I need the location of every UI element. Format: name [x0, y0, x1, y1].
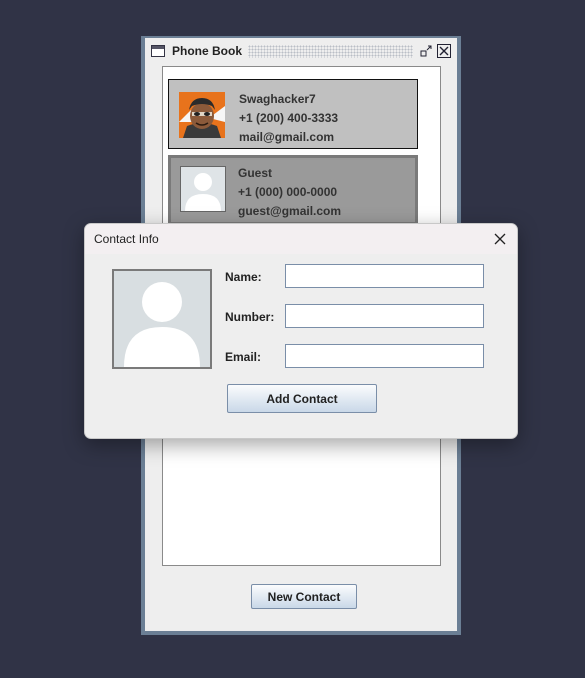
name-input[interactable] — [285, 264, 484, 288]
cartoon-avatar-icon — [179, 92, 225, 138]
contact-info-dialog: Contact Info Name: Number: Email: Add Co… — [84, 223, 518, 439]
restore-icon[interactable] — [419, 44, 433, 58]
new-contact-button[interactable]: New Contact — [251, 584, 357, 609]
contact-details: Guest +1 (000) 000-0000 guest@gmail.com — [238, 164, 341, 221]
phone-book-title: Phone Book — [172, 44, 243, 58]
contact-details: Swaghacker7 +1 (200) 400-3333 mail@gmail… — [239, 90, 338, 147]
email-label: Email: — [225, 350, 262, 364]
default-user-icon — [180, 166, 226, 212]
window-icon — [151, 45, 165, 57]
titlebar-grip — [248, 44, 413, 58]
add-contact-button[interactable]: Add Contact — [227, 384, 377, 413]
number-label: Number: — [225, 310, 275, 324]
contact-card-swaghacker7[interactable]: Swaghacker7 +1 (200) 400-3333 mail@gmail… — [168, 79, 418, 149]
contact-name: Guest — [238, 166, 273, 180]
contact-number: +1 (000) 000-0000 — [238, 185, 338, 199]
contact-email: guest@gmail.com — [238, 204, 342, 218]
dialog-title: Contact Info — [94, 232, 159, 246]
email-input[interactable] — [285, 344, 484, 368]
phone-book-titlebar[interactable]: Phone Book — [145, 38, 457, 64]
contact-photo-placeholder-icon — [112, 269, 212, 369]
contact-name: Swaghacker7 — [239, 92, 316, 106]
number-input[interactable] — [285, 304, 484, 328]
dialog-titlebar[interactable]: Contact Info — [85, 224, 517, 254]
contact-number: +1 (200) 400-3333 — [239, 111, 339, 125]
contact-card-guest[interactable]: Guest +1 (000) 000-0000 guest@gmail.com — [168, 155, 418, 225]
name-label: Name: — [225, 270, 262, 284]
contact-email: mail@gmail.com — [239, 130, 335, 144]
close-icon[interactable] — [437, 44, 451, 58]
dialog-close-icon[interactable] — [491, 230, 509, 248]
